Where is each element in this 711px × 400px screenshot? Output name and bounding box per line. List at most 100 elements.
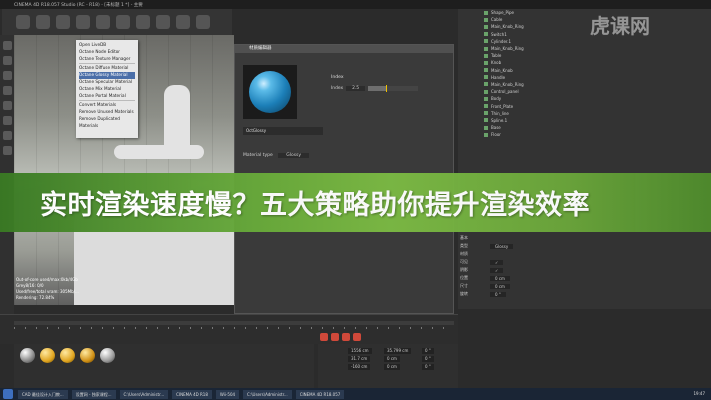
points-mode-icon[interactable] bbox=[2, 56, 12, 65]
texture-icon[interactable] bbox=[2, 116, 12, 125]
coordinates-panel: 1556 cm 31.7 cm -160 cm 35.799 cm 0 cm 0… bbox=[318, 344, 458, 388]
attribute-value[interactable]: 0 cm bbox=[490, 275, 510, 281]
undo-icon[interactable] bbox=[16, 15, 30, 29]
render-icon[interactable] bbox=[116, 15, 130, 29]
object-row[interactable]: Front_Plate bbox=[458, 102, 711, 109]
menu-item-specular[interactable]: Octane Specular Material bbox=[79, 79, 135, 86]
menu-item-glossy[interactable]: Octane Glossy Material bbox=[79, 72, 135, 79]
axis-icon[interactable] bbox=[2, 101, 12, 110]
spline-icon[interactable] bbox=[176, 15, 190, 29]
index-value-input[interactable]: 2.5 bbox=[346, 86, 366, 91]
attribute-row: 可见 ✓ bbox=[458, 258, 711, 266]
attribute-row: 尺寸 0 cm bbox=[458, 282, 711, 290]
attribute-label: 可见 bbox=[460, 259, 468, 264]
taskbar-button[interactable]: C:\Users\Administr... bbox=[243, 389, 292, 399]
taskbar-button[interactable]: CINEMA 4D R18 bbox=[172, 389, 212, 399]
menu-item-remove-duplicated[interactable]: Remove Duplicated Materials bbox=[79, 116, 135, 130]
object-row[interactable]: Main_Knob bbox=[458, 67, 711, 74]
menu-item-diffuse[interactable]: Octane Diffuse Material bbox=[79, 65, 135, 72]
material-preview bbox=[243, 65, 297, 119]
rotate-tool-icon[interactable] bbox=[96, 15, 110, 29]
camera-icon[interactable] bbox=[196, 15, 210, 29]
cube-icon[interactable] bbox=[156, 15, 170, 29]
coord-field[interactable]: 0 ° bbox=[422, 356, 434, 362]
workplane-icon[interactable] bbox=[2, 146, 12, 155]
object-row[interactable]: Main_Knob_Ring bbox=[458, 23, 711, 30]
select-icon[interactable] bbox=[2, 41, 12, 50]
object-row[interactable]: Main_Knob_Ring bbox=[458, 81, 711, 88]
coord-field[interactable]: 31.7 cm bbox=[348, 356, 371, 362]
coord-field[interactable]: 0 ° bbox=[422, 348, 434, 354]
object-name: Cable bbox=[491, 17, 503, 23]
menu-item-portal[interactable]: Octane Portal Material bbox=[79, 93, 135, 100]
index-label: Index bbox=[331, 86, 344, 91]
coord-field[interactable]: 0 ° bbox=[422, 364, 434, 370]
menu-item-open-livedb[interactable]: Open LiveDB bbox=[79, 42, 135, 49]
start-button[interactable] bbox=[3, 389, 13, 399]
index-section-label: Index bbox=[331, 75, 344, 80]
menu-item-texture-manager[interactable]: Octane Texture Manager bbox=[79, 56, 135, 63]
menu-item-remove-unused[interactable]: Remove Unused Materials bbox=[79, 109, 135, 116]
object-row[interactable]: Table bbox=[458, 52, 711, 59]
object-row[interactable]: Switch1 bbox=[458, 31, 711, 38]
attribute-value[interactable]: 0 cm bbox=[490, 283, 510, 289]
object-row[interactable]: Spline.1 bbox=[458, 117, 711, 124]
redo-icon[interactable] bbox=[36, 15, 50, 29]
polygons-mode-icon[interactable] bbox=[2, 86, 12, 95]
index-slider[interactable] bbox=[368, 85, 419, 92]
object-row[interactable]: Thin_line bbox=[458, 110, 711, 117]
material-swatch[interactable] bbox=[60, 348, 75, 363]
play-icon[interactable] bbox=[353, 333, 361, 341]
scale-tool-icon[interactable] bbox=[76, 15, 90, 29]
keyframe-icon[interactable] bbox=[342, 333, 350, 341]
attribute-value[interactable]: ✓ bbox=[490, 267, 504, 273]
object-row[interactable]: Knob bbox=[458, 59, 711, 66]
record-icon[interactable] bbox=[320, 333, 328, 341]
taskbar-button[interactable]: CAD 最佳设计入门教... bbox=[18, 389, 68, 399]
object-row[interactable]: Cylinder.1 bbox=[458, 38, 711, 45]
object-row[interactable]: Handle bbox=[458, 74, 711, 81]
coord-field[interactable]: 1556 cm bbox=[348, 348, 372, 354]
object-name: Main_Knob_Ring bbox=[491, 81, 524, 87]
object-row[interactable]: Floor bbox=[458, 131, 711, 138]
object-row[interactable]: Shape_Pipe bbox=[458, 9, 711, 16]
taskbar-button[interactable]: 设置网 - 独家课程... bbox=[71, 389, 116, 399]
object-row[interactable]: Cable bbox=[458, 16, 711, 23]
menu-item-node-editor[interactable]: Octane Node Editor bbox=[79, 49, 135, 56]
taskbar-button[interactable]: Wii-504 bbox=[215, 389, 240, 399]
edges-mode-icon[interactable] bbox=[2, 71, 12, 80]
move-tool-icon[interactable] bbox=[56, 15, 70, 29]
material-swatch[interactable] bbox=[80, 348, 95, 363]
attribute-value[interactable]: 0 ° bbox=[490, 291, 506, 297]
object-row[interactable]: Body bbox=[458, 95, 711, 102]
menu-item-convert[interactable]: Convert Materials bbox=[79, 102, 135, 109]
snap-icon[interactable] bbox=[2, 131, 12, 140]
coord-field[interactable]: 0 cm bbox=[384, 364, 400, 370]
watermark-logo: 虎课网 bbox=[590, 14, 650, 38]
object-type-icon bbox=[484, 39, 488, 44]
material-name-field[interactable]: OctGlossy bbox=[243, 127, 323, 135]
menu-item-mix[interactable]: Octane Mix Material bbox=[79, 86, 135, 93]
material-swatch[interactable] bbox=[20, 348, 35, 363]
object-row[interactable]: Base bbox=[458, 124, 711, 131]
render-stats: Out-of-core used/max:0kb/4Gb Grey8/16: 0… bbox=[16, 277, 79, 301]
attribute-row: 基本 bbox=[458, 234, 711, 242]
taskbar-button[interactable]: CINEMA 4D R18.057 bbox=[295, 389, 345, 399]
coord-field[interactable]: -160 cm bbox=[348, 364, 371, 370]
material-swatch[interactable] bbox=[40, 348, 55, 363]
timeline-track[interactable] bbox=[14, 321, 454, 325]
window-title: CINEMA 4D R18.057 Studio (RC - R18) - [未… bbox=[14, 2, 143, 8]
material-swatch[interactable] bbox=[100, 348, 115, 363]
taskbar-button[interactable]: C:\Users\Administr... bbox=[119, 389, 169, 399]
coord-field[interactable]: 0 cm bbox=[384, 356, 400, 362]
object-name: Thin_line bbox=[491, 110, 509, 116]
object-row[interactable]: Main_Knob_Ring bbox=[458, 45, 711, 52]
object-row[interactable]: Control_panel bbox=[458, 88, 711, 95]
coord-field[interactable]: 35.799 cm bbox=[384, 348, 412, 354]
attribute-value[interactable]: ✓ bbox=[490, 259, 504, 265]
attribute-value[interactable]: Glossy bbox=[490, 243, 514, 249]
render-settings-icon[interactable] bbox=[136, 15, 150, 29]
material-type-select[interactable]: Glossy bbox=[278, 153, 310, 158]
autokey-icon[interactable] bbox=[331, 333, 339, 341]
window-titlebar: CINEMA 4D R18.057 Studio (RC - R18) - [未… bbox=[0, 0, 711, 9]
